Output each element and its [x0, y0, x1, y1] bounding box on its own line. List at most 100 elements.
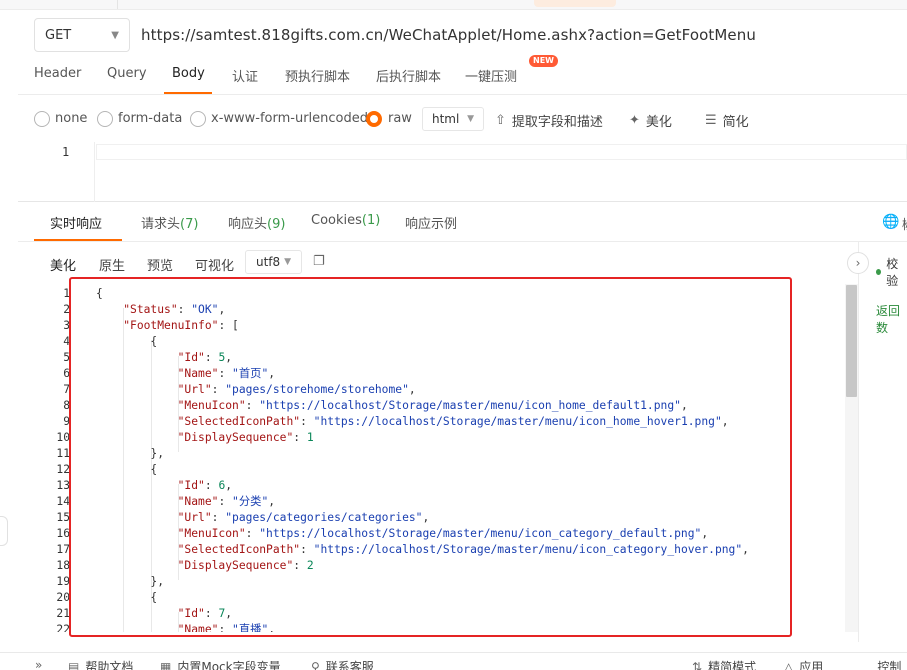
expand-icon[interactable]: »	[35, 658, 42, 670]
encoding-select[interactable]: utf8 ▼	[245, 250, 302, 274]
divider	[858, 242, 859, 642]
tab-pre-script[interactable]: 预执行脚本	[285, 66, 350, 85]
radio-form-data-label[interactable]: form-data	[118, 111, 182, 126]
compact-icon: ⇅	[692, 659, 703, 670]
count-badge: (1)	[361, 213, 381, 228]
grid-icon: ▦	[160, 659, 172, 670]
mock-vars-button[interactable]: ▦ 内置Mock字段变量	[160, 658, 281, 670]
tab-post-script[interactable]: 后执行脚本	[376, 66, 441, 85]
line-number: 20	[56, 591, 70, 604]
view-visual[interactable]: 可视化	[195, 255, 234, 274]
gutter-divider	[94, 142, 95, 202]
help-docs-label: 帮助文档	[85, 660, 134, 670]
scrollbar-thumb[interactable]	[846, 285, 857, 397]
line-number: 18	[56, 559, 70, 572]
line-number: 17	[56, 543, 70, 556]
line-number: 16	[56, 527, 70, 540]
top-strip	[0, 0, 907, 10]
tab-request-headers[interactable]: 请求头(7)	[141, 213, 198, 232]
tab-cookies-label: Cookies	[311, 213, 362, 228]
radio-raw[interactable]	[366, 111, 382, 127]
url-input[interactable]: https://samtest.818gifts.com.cn/WeChatAp…	[141, 26, 756, 44]
view-pretty[interactable]: 美化	[50, 255, 76, 274]
tab-response-headers-label: 响应头	[228, 217, 268, 232]
radio-form-data[interactable]	[97, 111, 113, 127]
extract-fields-label: 提取字段和描述	[511, 115, 603, 130]
tab-cookies[interactable]: Cookies(1)	[311, 213, 380, 228]
simplify-button[interactable]: ☰ 简化	[705, 111, 749, 130]
person-icon: ⚲	[311, 659, 320, 670]
tab-response-headers[interactable]: 响应头(9)	[228, 213, 285, 232]
method-select[interactable]: GET ▼	[34, 18, 130, 52]
list-icon: ☰	[705, 113, 717, 128]
new-badge: NEW	[529, 55, 558, 67]
simplify-label: 简化	[722, 115, 749, 130]
line-number: 21	[56, 607, 70, 620]
radio-raw-label[interactable]: raw	[388, 111, 412, 126]
body-editor[interactable]: 1	[18, 142, 907, 202]
console-button[interactable]: ▣ 控制台	[860, 658, 907, 670]
chevron-right-icon[interactable]: ›	[847, 252, 869, 274]
upload-icon: ⇧	[495, 113, 506, 128]
double-chevron-icon: »	[35, 658, 43, 670]
chevron-down-icon: ▼	[467, 114, 474, 124]
line-number: 9	[63, 415, 70, 428]
tab-query[interactable]: Query	[107, 66, 147, 81]
method-label: GET	[45, 27, 72, 43]
top-tab-segment[interactable]	[34, 0, 118, 9]
magic-wand-icon: ✦	[629, 113, 640, 128]
side-drawer-handle[interactable]	[0, 516, 8, 546]
line-number: 11	[56, 447, 70, 460]
line-number: 13	[56, 479, 70, 492]
document-icon: ▤	[68, 659, 80, 670]
radio-none-label[interactable]: none	[55, 111, 87, 126]
current-line[interactable]	[96, 144, 907, 160]
line-number: 5	[63, 351, 70, 364]
globe-icon[interactable]: 🌐	[882, 214, 899, 230]
tab-request-headers-label: 请求头	[141, 217, 181, 232]
apply-label: 应用	[799, 660, 824, 670]
tab-body[interactable]: Body	[172, 66, 205, 81]
top-active-segment[interactable]	[534, 0, 616, 7]
view-raw[interactable]: 原生	[99, 255, 125, 274]
support-button[interactable]: ⚲ 联系客服	[311, 658, 374, 670]
apply-button[interactable]: △ 应用	[784, 658, 823, 670]
line-number: 22	[56, 623, 70, 632]
radio-none[interactable]	[34, 111, 50, 127]
line-number: 1	[63, 287, 70, 300]
line-number: 4	[63, 335, 70, 348]
divider	[18, 94, 907, 95]
extract-fields-button[interactable]: ⇧ 提取字段和描述	[495, 111, 603, 130]
mock-vars-label: 内置Mock字段变量	[177, 660, 281, 670]
raw-format-label: html	[432, 112, 460, 126]
encoding-label: utf8	[256, 255, 281, 269]
bottom-status-bar	[0, 652, 907, 670]
tab-live-response[interactable]: 实时响应	[50, 213, 102, 232]
chevron-down-icon: ▼	[284, 257, 291, 267]
raw-format-select[interactable]: html ▼	[422, 107, 484, 131]
beautify-button[interactable]: ✦ 美化	[629, 111, 672, 130]
count-badge: (9)	[267, 217, 286, 232]
help-docs-button[interactable]: ▤ 帮助文档	[68, 658, 133, 670]
tab-auth[interactable]: 认证	[232, 66, 258, 85]
view-preview[interactable]: 预览	[147, 255, 173, 274]
support-label: 联系客服	[325, 660, 374, 670]
divider	[18, 241, 907, 242]
line-number: 12	[56, 463, 70, 476]
validate-toggle[interactable]: 校验	[876, 255, 907, 289]
compact-mode-button[interactable]: ⇅ 精简模式	[692, 658, 756, 670]
tab-response-example[interactable]: 响应示例	[405, 213, 457, 232]
radio-urlencoded[interactable]	[190, 111, 206, 127]
line-number: 10	[56, 431, 70, 444]
validate-label: 校验	[886, 257, 899, 288]
tab-stress-test[interactable]: 一键压测	[465, 66, 517, 85]
return-data-link[interactable]: 返回数	[876, 302, 907, 336]
copy-icon[interactable]: ❐	[313, 254, 325, 269]
radio-urlencoded-label[interactable]: x-www-form-urlencoded	[211, 111, 368, 126]
tab-header[interactable]: Header	[34, 66, 81, 81]
chevron-down-icon: ▼	[111, 29, 119, 41]
line-number: 7	[63, 383, 70, 396]
compact-mode-label: 精简模式	[708, 660, 757, 670]
line-number: 14	[56, 495, 70, 508]
line-number: 15	[56, 511, 70, 524]
